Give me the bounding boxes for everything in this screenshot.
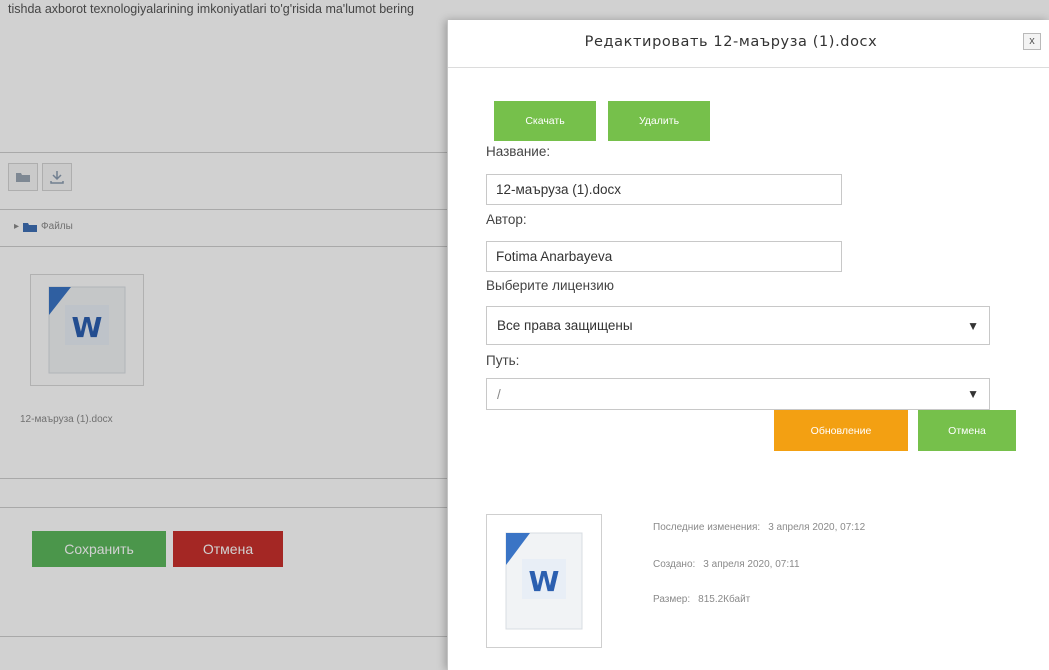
license-select-value: Все права защищены: [497, 318, 633, 333]
created-value: 3 апреля 2020, 07:11: [703, 559, 800, 570]
modified-label: Последние изменения:: [653, 522, 761, 533]
license-select[interactable]: Все права защищены ▼: [486, 306, 990, 345]
created-info: Создано: 3 апреля 2020, 07:11: [653, 559, 800, 570]
dropdown-arrow-icon: ▼: [967, 318, 979, 333]
modified-value: 3 апреля 2020, 07:12: [768, 522, 866, 533]
size-value: 815.2Кбайт: [698, 594, 751, 605]
path-select-value: /: [497, 386, 501, 402]
size-label: Размер:: [653, 594, 691, 605]
dialog-title: Редактировать 12-маъруза (1).docx: [584, 34, 878, 50]
word-document-icon: W: [505, 532, 583, 630]
delete-button[interactable]: Удалить: [608, 101, 710, 141]
path-select[interactable]: / ▼: [486, 378, 990, 410]
svg-text:W: W: [529, 565, 560, 598]
created-label: Создано:: [653, 559, 696, 570]
name-label: Название:: [486, 144, 551, 159]
size-info: Размер: 815.2Кбайт: [653, 594, 750, 605]
dropdown-arrow-icon: ▼: [967, 387, 979, 401]
author-label: Автор:: [486, 212, 527, 227]
download-button[interactable]: Скачать: [494, 101, 596, 141]
name-field[interactable]: [486, 174, 842, 205]
author-field[interactable]: [486, 241, 842, 272]
license-label: Выберите лицензию: [486, 278, 614, 293]
update-button[interactable]: Обновление: [774, 410, 908, 451]
dialog-header: Редактировать 12-маъруза (1).docx x: [448, 20, 1049, 68]
file-preview: W: [486, 514, 602, 648]
path-label: Путь:: [486, 353, 520, 368]
edit-file-dialog: Редактировать 12-маъруза (1).docx x Скач…: [447, 20, 1049, 670]
close-icon[interactable]: x: [1023, 33, 1041, 50]
modified-info: Последние изменения: 3 апреля 2020, 07:12: [653, 522, 865, 533]
dialog-cancel-button[interactable]: Отмена: [918, 410, 1016, 451]
